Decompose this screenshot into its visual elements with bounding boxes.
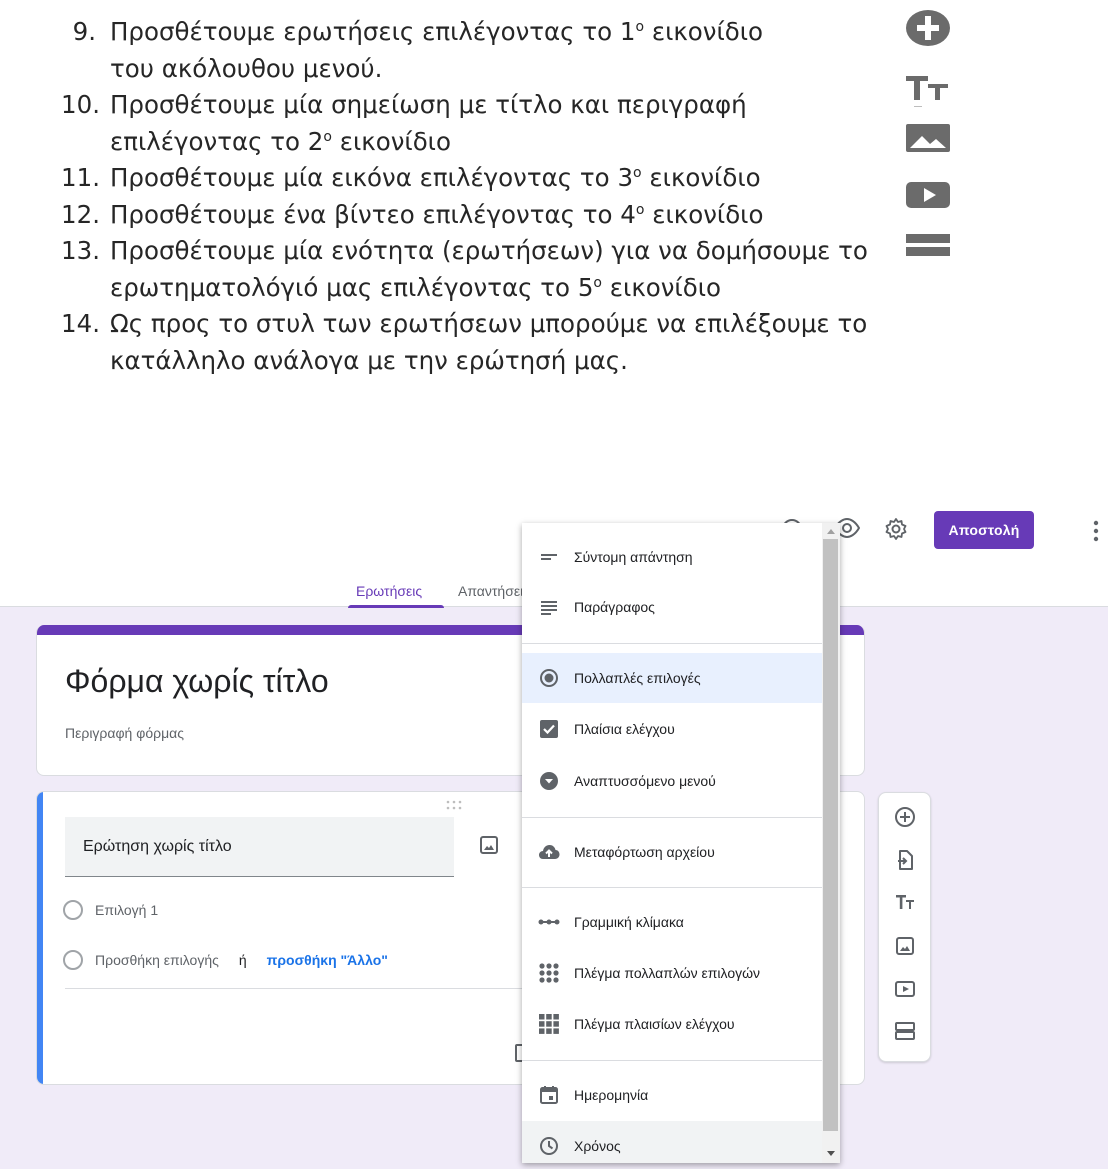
question-title-input[interactable]: Ερώτηση χωρίς τίτλο: [65, 817, 454, 877]
menu-item-checkbox-grid[interactable]: Πλέγμα πλαισίων ελέγχου: [522, 999, 822, 1049]
form-description[interactable]: Περιγραφή φόρμας: [65, 725, 184, 741]
radio-icon: [63, 950, 83, 970]
menu-item-file-upload[interactable]: Μεταφόρτωση αρχείου: [522, 827, 822, 877]
settings-gear-icon[interactable]: [884, 517, 908, 541]
item-line: Προσθέτουμε μία σημείωση με τίτλο και πε…: [110, 90, 747, 119]
item-line: Προσθέτουμε ένα βίντεο επιλέγοντας το 4ο…: [110, 199, 764, 229]
instruction-item-9: 9. Προσθέτουμε ερωτήσεις επιλέγοντας το …: [0, 14, 872, 87]
menu-item-paragraph[interactable]: Παράγραφος: [522, 582, 822, 632]
instruction-item-14: 14. Ως προς το στυλ των ερωτήσεων μπορού…: [0, 306, 872, 379]
section-icon: [906, 234, 950, 256]
dropdown-icon: [538, 770, 560, 792]
item-number: 11.: [61, 163, 100, 192]
short-answer-icon: [538, 546, 560, 568]
paragraph-icon: [538, 596, 560, 618]
checkbox-icon: [538, 718, 560, 740]
instruction-item-13: 13. Προσθέτουμε μία ενότητα (ερωτήσεων) …: [0, 233, 872, 306]
instruction-list: 9. Προσθέτουμε ερωτήσεις επιλέγοντας το …: [0, 14, 872, 379]
item-number: 14.: [61, 309, 100, 338]
scroll-down-arrow-icon[interactable]: [827, 1151, 835, 1156]
form-title[interactable]: Φόρμα χωρίς τίτλο: [65, 663, 329, 700]
video-icon: [906, 182, 950, 208]
item-line: Ως προς το στυλ των ερωτήσεων μπορούμε ν…: [110, 309, 868, 338]
clock-icon: [538, 1135, 560, 1157]
active-tab-indicator: [348, 605, 444, 608]
item-number: 10.: [61, 90, 100, 119]
menu-scrollbar-thumb[interactable]: [823, 539, 838, 1131]
instruction-document: 9. Προσθέτουμε ερωτήσεις επιλέγοντας το …: [0, 0, 1108, 470]
active-question-bar: [37, 792, 43, 1084]
add-question-icon: [906, 10, 950, 46]
add-section-icon[interactable]: [894, 1020, 916, 1042]
add-video-icon[interactable]: [894, 978, 916, 1000]
add-option-link[interactable]: Προσθήκη επιλογής: [95, 952, 219, 968]
add-title-icon[interactable]: [894, 891, 916, 913]
item-line: επιλέγοντας το 2ο εικονίδιο: [110, 126, 451, 156]
send-button[interactable]: Αποστολή: [934, 511, 1034, 549]
menu-item-time[interactable]: Χρόνος: [522, 1121, 822, 1163]
add-option-row[interactable]: Προσθήκη επιλογής ή προσθήκη "Άλλο": [63, 950, 388, 970]
cloud-upload-icon: [538, 841, 560, 863]
menu-item-multiple-choice[interactable]: Πολλαπλές επιλογές: [522, 653, 822, 703]
item-line: κατάλληλο ανάλογα με την ερώτησή μας.: [110, 345, 628, 375]
menu-item-checkboxes[interactable]: Πλαίσια ελέγχου: [522, 704, 822, 754]
tab-responses[interactable]: Απαντήσεις: [458, 583, 522, 599]
menu-divider: [522, 1060, 822, 1061]
menu-divider: [522, 887, 822, 888]
tab-questions[interactable]: Ερωτήσεις: [356, 583, 422, 599]
question-type-menu[interactable]: Σύντομη απάντηση Παράγραφος Πολλαπλές επ…: [522, 523, 840, 1163]
menu-item-multiple-choice-grid[interactable]: Πλέγμα πολλαπλών επιλογών: [522, 948, 822, 998]
calendar-icon: [538, 1084, 560, 1106]
item-line: ερωτηματολόγιό μας επιλέγοντας το 5ο εικ…: [110, 272, 721, 302]
linear-scale-icon: [538, 911, 560, 933]
more-options-icon[interactable]: [1092, 520, 1100, 542]
question-footer-divider: [65, 988, 535, 989]
item-line: του ακόλουθου μενού.: [110, 53, 383, 83]
item-number: 12.: [61, 199, 100, 229]
grid-squares-icon: [538, 1013, 560, 1035]
radio-checked-icon: [538, 667, 560, 689]
menu-item-dropdown[interactable]: Αναπτυσσόμενο μενού: [522, 756, 822, 806]
add-image-icon[interactable]: [894, 935, 916, 957]
option-label[interactable]: Επιλογή 1: [95, 902, 158, 918]
item-line: Προσθέτουμε ερωτήσεις επιλέγοντας το 1ο …: [110, 17, 764, 46]
item-line: Προσθέτουμε μία εικόνα επιλέγοντας το 3ο…: [110, 163, 761, 192]
forms-editor: Αποστολή Ερωτήσεις Απαντήσεις Φόρμα χωρί…: [0, 495, 1108, 1169]
menu-item-date[interactable]: Ημερομηνία: [522, 1070, 822, 1120]
item-number: 9.: [72, 17, 96, 46]
add-other-link[interactable]: προσθήκη "Άλλο": [267, 952, 388, 968]
menu-divider: [522, 643, 822, 644]
image-icon: [906, 124, 950, 152]
drag-handle-icon[interactable]: [445, 800, 463, 810]
radio-icon: [63, 900, 83, 920]
or-label: ή: [238, 952, 247, 968]
menu-item-short-answer[interactable]: Σύντομη απάντηση: [522, 532, 822, 582]
import-questions-icon[interactable]: [894, 849, 916, 871]
instruction-item-10: 10. Προσθέτουμε μία σημείωση με τίτλο κα…: [0, 87, 872, 160]
option-row[interactable]: Επιλογή 1: [63, 900, 158, 920]
menu-item-linear-scale[interactable]: Γραμμική κλίμακα: [522, 897, 822, 947]
item-number: 13.: [61, 236, 100, 265]
side-toolbar: [878, 792, 931, 1062]
toolbar-icons-illustration: [874, 6, 998, 280]
instruction-item-12: 12. Προσθέτουμε ένα βίντεο επιλέγοντας τ…: [0, 197, 872, 234]
instruction-item-11: 11. Προσθέτουμε μία εικόνα επιλέγοντας τ…: [0, 160, 872, 197]
scroll-up-arrow-icon[interactable]: [827, 529, 835, 534]
add-image-icon[interactable]: [479, 835, 499, 855]
menu-divider: [522, 817, 822, 818]
item-line: Προσθέτουμε μία ενότητα (ερωτήσεων) για …: [110, 236, 868, 265]
add-question-icon[interactable]: [894, 806, 916, 828]
grid-dots-icon: [538, 962, 560, 984]
title-text-icon: [906, 76, 948, 107]
